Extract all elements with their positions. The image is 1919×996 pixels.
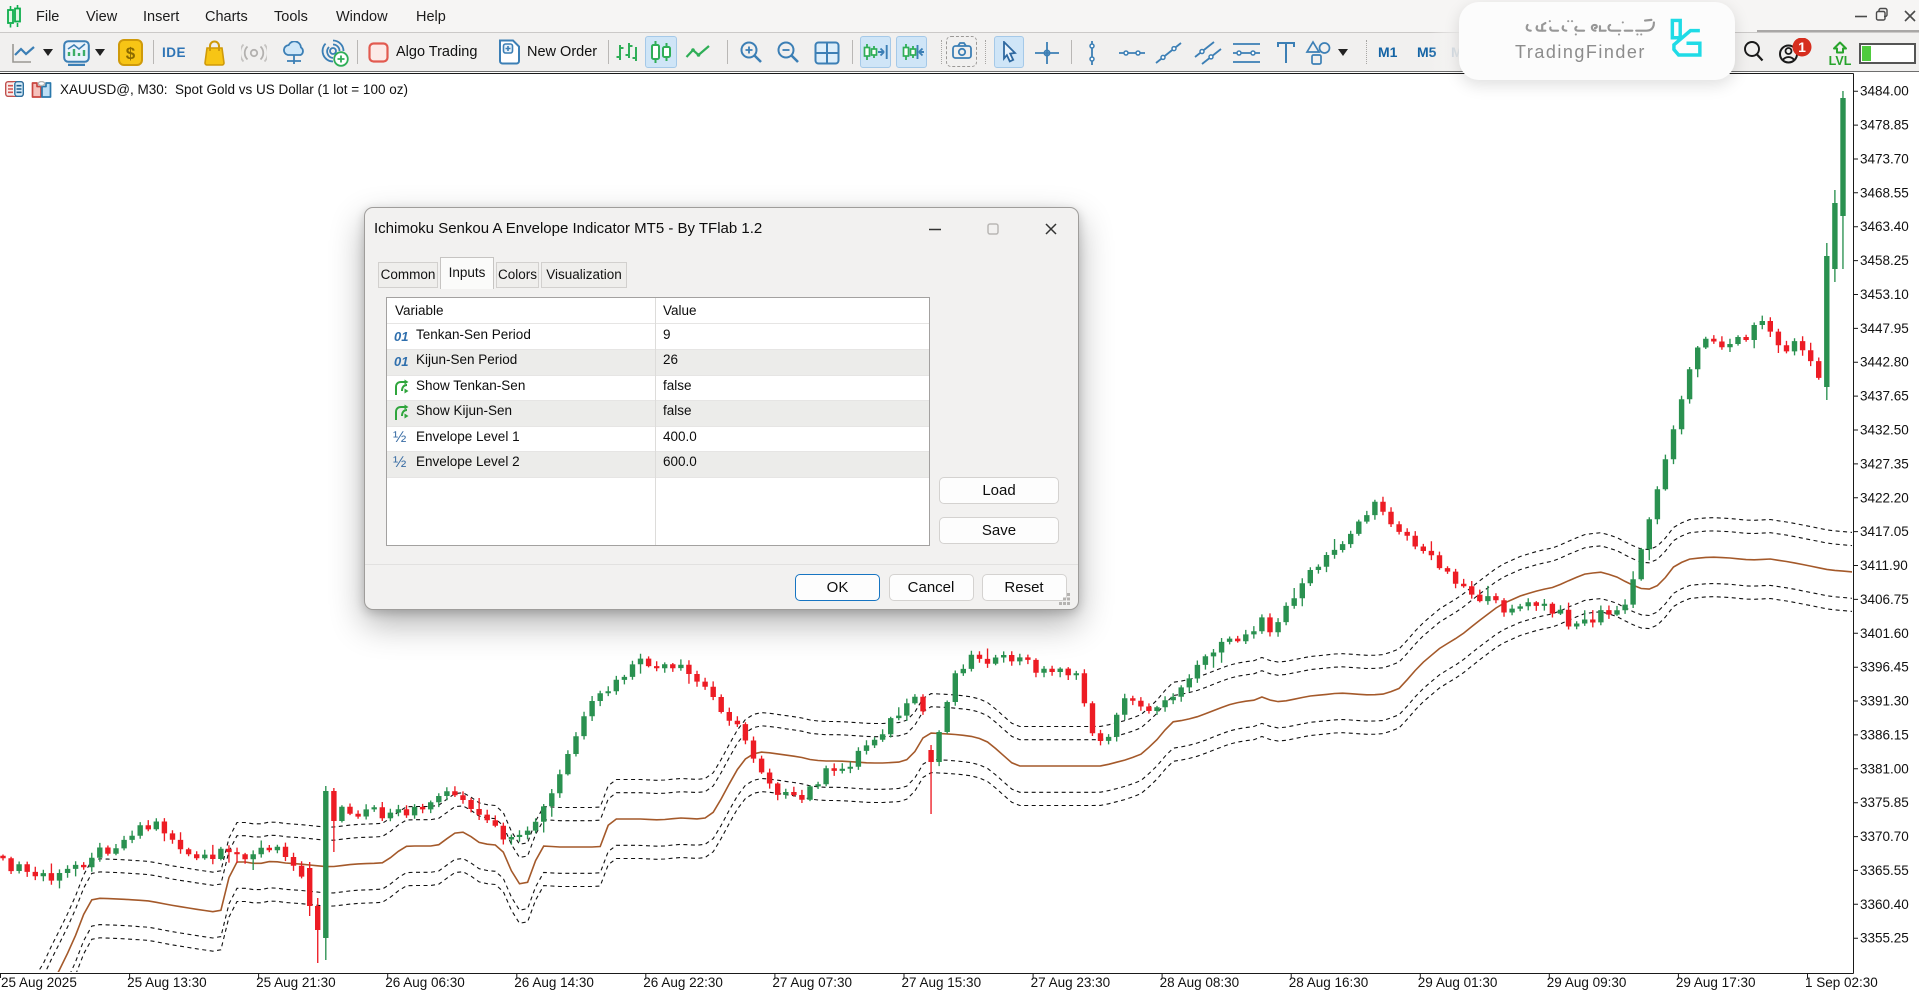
svg-text:3381.00: 3381.00 — [1860, 761, 1909, 776]
svg-text:3396.45: 3396.45 — [1860, 660, 1909, 675]
svg-text:3447.95: 3447.95 — [1860, 321, 1909, 336]
svg-text:3437.65: 3437.65 — [1860, 389, 1909, 404]
svg-text:25 Aug 2025: 25 Aug 2025 — [1, 975, 77, 990]
svg-text:3427.35: 3427.35 — [1860, 456, 1909, 471]
svg-text:3422.20: 3422.20 — [1860, 490, 1909, 505]
svg-text:3391.30: 3391.30 — [1860, 694, 1909, 709]
svg-text:29 Aug 01:30: 29 Aug 01:30 — [1418, 975, 1498, 990]
svg-text:1 Sep 02:30: 1 Sep 02:30 — [1805, 975, 1878, 990]
svg-text:26 Aug 14:30: 26 Aug 14:30 — [514, 975, 594, 990]
svg-text:25 Aug 13:30: 25 Aug 13:30 — [127, 975, 207, 990]
svg-text:3458.25: 3458.25 — [1860, 253, 1909, 268]
svg-text:3453.10: 3453.10 — [1860, 287, 1909, 302]
svg-text:3386.15: 3386.15 — [1860, 727, 1909, 742]
svg-text:3401.60: 3401.60 — [1860, 626, 1909, 641]
svg-text:27 Aug 07:30: 27 Aug 07:30 — [772, 975, 852, 990]
svg-text:$: $ — [126, 44, 136, 63]
svg-text:3355.25: 3355.25 — [1860, 931, 1909, 946]
svg-text:3442.80: 3442.80 — [1860, 355, 1909, 370]
svg-text:3375.85: 3375.85 — [1860, 795, 1909, 810]
svg-text:28 Aug 08:30: 28 Aug 08:30 — [1160, 975, 1240, 990]
svg-text:3360.40: 3360.40 — [1860, 897, 1909, 912]
svg-text:29 Aug 17:30: 29 Aug 17:30 — [1676, 975, 1756, 990]
svg-text:28 Aug 16:30: 28 Aug 16:30 — [1289, 975, 1369, 990]
svg-text:27 Aug 15:30: 27 Aug 15:30 — [902, 975, 982, 990]
svg-text:3484.00: 3484.00 — [1860, 84, 1909, 99]
svg-text:3417.05: 3417.05 — [1860, 524, 1909, 539]
svg-text:25 Aug 21:30: 25 Aug 21:30 — [256, 975, 336, 990]
svg-text:3478.85: 3478.85 — [1860, 118, 1909, 133]
svg-text:3468.55: 3468.55 — [1860, 185, 1909, 200]
svg-text:3370.70: 3370.70 — [1860, 829, 1909, 844]
svg-text:1: 1 — [1798, 39, 1806, 55]
svg-text:LVL: LVL — [1829, 54, 1852, 67]
svg-text:29 Aug 09:30: 29 Aug 09:30 — [1547, 975, 1627, 990]
svg-text:26 Aug 06:30: 26 Aug 06:30 — [385, 975, 465, 990]
svg-text:26 Aug 22:30: 26 Aug 22:30 — [643, 975, 723, 990]
svg-text:3406.75: 3406.75 — [1860, 592, 1909, 607]
svg-text:27 Aug 23:30: 27 Aug 23:30 — [1031, 975, 1111, 990]
svg-text:3473.70: 3473.70 — [1860, 152, 1909, 167]
svg-text:3411.90: 3411.90 — [1860, 558, 1908, 573]
svg-text:3463.40: 3463.40 — [1860, 219, 1909, 234]
svg-text:3365.55: 3365.55 — [1860, 863, 1909, 878]
svg-text:3432.50: 3432.50 — [1860, 423, 1909, 438]
